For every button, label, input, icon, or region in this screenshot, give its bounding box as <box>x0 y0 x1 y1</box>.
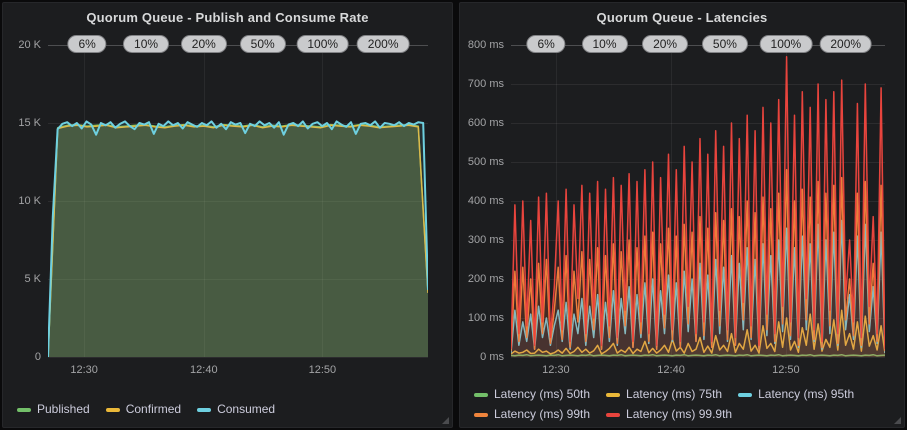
x-axis-label: 12:30 <box>61 364 107 376</box>
annotation-pill[interactable]: 20% <box>642 35 688 53</box>
panel-publish-consume-rate: Quorum Queue - Publish and Consume Rate … <box>2 2 453 428</box>
chart-plot-area[interactable]: 6%10%20%50%100%200% <box>511 45 885 358</box>
legend-swatch-icon <box>106 408 120 412</box>
annotation-pill[interactable]: 100% <box>296 35 349 53</box>
legend-label: Latency (ms) 95th <box>758 387 854 402</box>
legend-label: Latency (ms) 99.9th <box>626 407 732 422</box>
annotation-pill[interactable]: 200% <box>819 35 872 53</box>
x-axis-label: 12:50 <box>763 364 809 376</box>
annotation-pill[interactable]: 10% <box>581 35 627 53</box>
legend-item[interactable]: Latency (ms) 99.9th <box>606 407 732 422</box>
legend-swatch-icon <box>197 408 211 412</box>
y-axis-label: 0 <box>3 350 41 364</box>
legend-label: Consumed <box>217 402 275 417</box>
annotation-pill[interactable]: 200% <box>357 35 410 53</box>
legend-label: Confirmed <box>126 402 181 417</box>
x-axis-label: 12:30 <box>533 364 579 376</box>
y-axis-label: 100 ms <box>460 311 504 325</box>
chart-legend: Published Confirmed Consumed <box>17 402 438 417</box>
legend-item[interactable]: Published <box>17 402 90 417</box>
y-axis-label: 200 ms <box>460 272 504 286</box>
legend-label: Latency (ms) 50th <box>494 387 590 402</box>
annotation-pill[interactable]: 20% <box>181 35 227 53</box>
legend-swatch-icon <box>738 393 752 397</box>
legend-label: Latency (ms) 75th <box>626 387 722 402</box>
annotation-pill[interactable]: 10% <box>123 35 169 53</box>
y-axis-label: 5 K <box>3 272 41 286</box>
panel-title[interactable]: Quorum Queue - Publish and Consume Rate <box>3 10 452 25</box>
y-axis-label: 500 ms <box>460 155 504 169</box>
legend-item[interactable]: Latency (ms) 75th <box>606 387 722 402</box>
legend-swatch-icon <box>474 393 488 397</box>
y-axis-label: 10 K <box>3 194 41 208</box>
y-axis-label: 20 K <box>3 38 41 52</box>
legend-label: Published <box>37 402 90 417</box>
legend-swatch-icon <box>606 413 620 417</box>
legend-swatch-icon <box>474 413 488 417</box>
y-axis-label: 600 ms <box>460 116 504 130</box>
legend-swatch-icon <box>17 408 31 412</box>
legend-label: Latency (ms) 99th <box>494 407 590 422</box>
chart-plot-area[interactable]: 6%10%20%50%100%200% <box>48 45 428 358</box>
chart-canvas[interactable] <box>511 45 885 358</box>
panel-latencies: Quorum Queue - Latencies 6%10%20%50%100%… <box>459 2 905 428</box>
y-axis-label: 700 ms <box>460 77 504 91</box>
annotation-pill[interactable]: 6% <box>526 35 565 53</box>
x-axis-label: 12:40 <box>181 364 227 376</box>
x-axis-label: 12:40 <box>648 364 694 376</box>
legend-item[interactable]: Latency (ms) 95th <box>738 387 854 402</box>
y-axis-label: 800 ms <box>460 38 504 52</box>
legend-item[interactable]: Latency (ms) 99th <box>474 407 590 422</box>
legend-item[interactable]: Consumed <box>197 402 275 417</box>
panel-resize-handle[interactable] <box>894 417 901 424</box>
y-axis-label: 0 ms <box>460 350 504 364</box>
chart-legend: Latency (ms) 50th Latency (ms) 75th Latenc… <box>474 387 890 422</box>
annotation-pill[interactable]: 50% <box>702 35 748 53</box>
x-axis-label: 12:50 <box>299 364 345 376</box>
annotation-pill[interactable]: 6% <box>67 35 106 53</box>
panel-resize-handle[interactable] <box>442 417 449 424</box>
legend-swatch-icon <box>606 393 620 397</box>
y-axis-label: 300 ms <box>460 233 504 247</box>
annotation-pill[interactable]: 50% <box>240 35 286 53</box>
y-axis-label: 400 ms <box>460 194 504 208</box>
chart-canvas[interactable] <box>48 45 428 358</box>
y-axis-label: 15 K <box>3 116 41 130</box>
series-fill <box>48 121 428 357</box>
panel-title[interactable]: Quorum Queue - Latencies <box>460 10 904 25</box>
annotation-pill[interactable]: 100% <box>760 35 813 53</box>
legend-item[interactable]: Confirmed <box>106 402 181 417</box>
legend-item[interactable]: Latency (ms) 50th <box>474 387 590 402</box>
